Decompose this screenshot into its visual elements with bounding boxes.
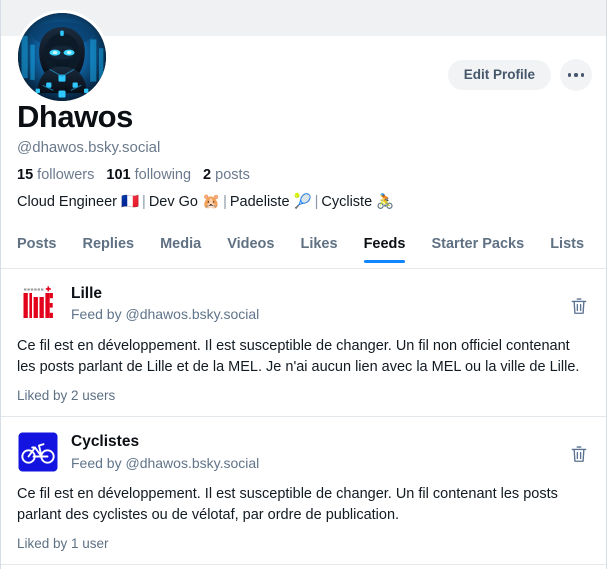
feed-title: Lille: [71, 285, 103, 302]
trash-icon: [571, 446, 587, 462]
feed-description: Ce fil est en développement. Il est susc…: [17, 338, 580, 375]
stat-posts: 2 posts: [203, 167, 250, 183]
ellipsis-icon: [567, 73, 585, 77]
profile-bio: Cloud Engineer 🇫🇷 | Dev Go 🐹 | Padeliste 🎾 | C…: [17, 193, 592, 213]
stat-followers[interactable]: 15 followers: [17, 167, 94, 183]
feed-description: Ce fil est en développement. Il est susc…: [17, 486, 558, 523]
feed-header: Cyclistes Feed by @dhawos.bsky.social: [17, 431, 590, 474]
feed-title: Cyclistes: [71, 433, 140, 451]
feed-meta: Lille Feed by @dhawos.bsky.social: [71, 283, 590, 324]
more-options-button[interactable]: [560, 59, 592, 91]
bio-separator: |: [223, 193, 227, 210]
handle: @dhawos.bsky.social: [17, 138, 161, 156]
feed-avatar-cyclistes: [17, 431, 59, 474]
following-label: following: [134, 166, 192, 183]
cyberpunk-avatar-icon: [18, 13, 106, 101]
following-count: 101: [106, 166, 131, 183]
tab-feeds[interactable]: Feeds: [363, 236, 405, 263]
posts-label: posts: [215, 166, 250, 183]
avatar[interactable]: [15, 10, 109, 104]
delete-feed-button[interactable]: [564, 439, 594, 469]
followers-count: 15: [17, 166, 34, 183]
feed-byline: Feed by @dhawos.bsky.social: [71, 306, 260, 323]
bio-segment: Cloud Engineer 🇫🇷: [17, 193, 140, 210]
profile-tabs: Posts Replies Media Videos Likes Feeds S…: [1, 236, 606, 269]
feed-header: Lille Feed by @dhawos.bsky.social: [17, 283, 590, 325]
followers-label: followers: [37, 166, 95, 183]
profile-identity: Dhawos @dhawos.bsky.social 15 followers 1…: [17, 99, 592, 213]
tab-likes[interactable]: Likes: [300, 236, 337, 263]
tab-videos[interactable]: Videos: [227, 236, 274, 263]
bicycle-sign-icon: [17, 431, 59, 474]
profile-actions: Edit Profile: [447, 59, 592, 91]
tab-starter-packs[interactable]: Starter Packs: [431, 236, 524, 263]
stat-following[interactable]: 101 following: [106, 167, 191, 183]
edit-profile-button[interactable]: Edit Profile: [447, 60, 551, 90]
display-name: Dhawos: [17, 99, 133, 134]
tab-replies[interactable]: Replies: [83, 236, 135, 263]
bio-segment: Cycliste 🚴: [321, 193, 395, 210]
feed-liked-by: Liked by 2 users: [17, 388, 116, 404]
feed-card-lille[interactable]: Lille Feed by @dhawos.bsky.social Ce fil…: [1, 269, 606, 418]
bio-segment: Dev Go 🐹: [148, 193, 221, 210]
bio-separator: |: [314, 193, 319, 210]
feed-avatar-lille: [17, 283, 59, 325]
tab-media[interactable]: Media: [160, 236, 201, 263]
profile-stats: 15 followers 101 following 2 posts: [17, 166, 592, 184]
profile-page: Edit Profile Dhawos @dhawos.bsky.social …: [0, 0, 607, 569]
feed-list: Lille Feed by @dhawos.bsky.social Ce fil…: [1, 269, 606, 566]
bio-separator: |: [142, 193, 146, 210]
feed-liked-by: Liked by 1 user: [17, 536, 109, 552]
posts-count: 2: [203, 166, 212, 183]
bio-segment: Padeliste 🎾: [229, 193, 312, 210]
tab-lists[interactable]: Lists: [550, 236, 584, 263]
delete-feed-button[interactable]: [564, 291, 594, 321]
trash-icon: [571, 297, 587, 314]
feed-card-cyclistes[interactable]: Cyclistes Feed by @dhawos.bsky.social Ce…: [1, 417, 606, 566]
feed-meta: Cyclistes Feed by @dhawos.bsky.social: [71, 431, 590, 472]
feed-byline: Feed by @dhawos.bsky.social: [71, 454, 260, 471]
lille-logo-icon: [17, 283, 59, 325]
tab-posts[interactable]: Posts: [17, 236, 57, 263]
